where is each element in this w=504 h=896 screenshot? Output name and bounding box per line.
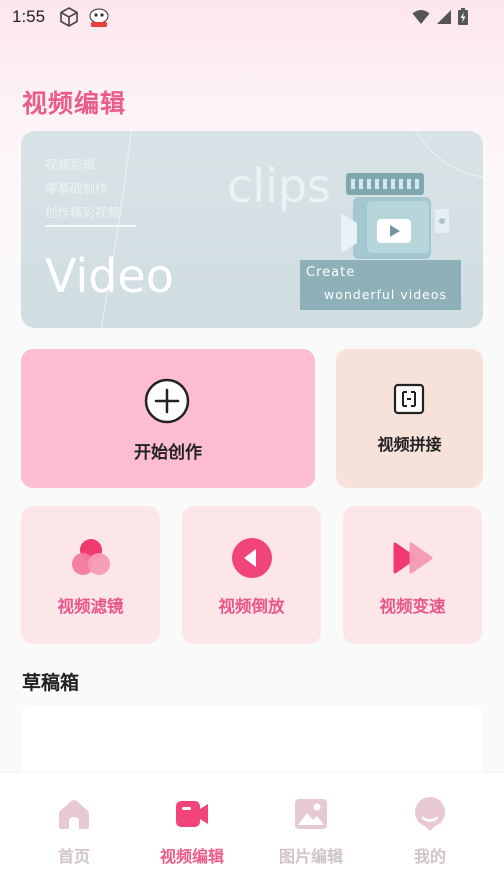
nav-label: 视频编辑 [159, 847, 224, 866]
video-speed-button[interactable]: 视频变速 [343, 506, 482, 644]
cube-icon [60, 7, 78, 27]
nav-item-video-edit[interactable]: 视频编辑 [129, 773, 255, 896]
banner-line: 视频剪辑 [45, 157, 96, 172]
profile-icon [415, 797, 445, 831]
nav-label: 我的 [413, 847, 446, 866]
banner-divider [45, 225, 136, 227]
fast-forward-icon [393, 542, 433, 574]
home-icon [59, 800, 89, 829]
reverse-play-icon [232, 538, 272, 578]
video-camera-icon [176, 801, 208, 827]
nav-item-home[interactable]: 首页 [11, 773, 137, 896]
promo-banner[interactable]: 视频剪辑 零基础制作 创作精彩视频 clips Video Create won… [21, 131, 483, 328]
video-speed-label: 视频变速 [379, 597, 446, 616]
nav-item-image-edit[interactable]: 图片编辑 [248, 773, 374, 896]
battery-charging-icon [458, 8, 468, 25]
bottom-navigation: 首页 视频编辑 图片编辑 我的 [0, 773, 504, 896]
video-reverse-button[interactable]: 视频倒放 [182, 506, 321, 644]
status-bar: 1:55 [0, 0, 504, 36]
video-splice-button[interactable]: 视频拼接 [336, 349, 483, 488]
plus-circle-icon [144, 378, 190, 424]
filter-icon [72, 539, 110, 575]
video-filter-label: 视频滤镜 [57, 597, 124, 616]
status-time: 1:55 [12, 7, 46, 26]
image-icon [295, 799, 327, 829]
start-creation-label: 开始创作 [134, 443, 202, 463]
page-title: 视频编辑 [22, 89, 127, 118]
signal-icon [437, 9, 451, 24]
video-filter-button[interactable]: 视频滤镜 [21, 506, 160, 644]
banner-headline: Video [45, 249, 174, 303]
video-camera-illustration [341, 173, 449, 259]
start-creation-button[interactable]: 开始创作 [21, 349, 315, 488]
banner-caption-line1: Create [306, 265, 356, 280]
banner-tagline: 视频剪辑 零基础制作 创作精彩视频 [45, 153, 120, 225]
splice-icon [393, 383, 425, 415]
nav-label: 图片编辑 [278, 847, 343, 866]
banner-caption-line2: wonderful videos [324, 287, 447, 302]
banner-line: 零基础制作 [45, 181, 108, 196]
banner-line: 创作精彩视频 [45, 205, 121, 220]
nav-label: 首页 [57, 847, 90, 866]
wifi-icon [412, 9, 430, 24]
video-reverse-label: 视频倒放 [218, 597, 285, 616]
video-splice-label: 视频拼接 [377, 435, 442, 454]
app-notification-icon [89, 8, 109, 27]
drafts-section-title: 草稿箱 [22, 672, 80, 694]
banner-caption-box: Create wonderful videos [300, 260, 461, 310]
nav-item-profile[interactable]: 我的 [367, 773, 493, 896]
